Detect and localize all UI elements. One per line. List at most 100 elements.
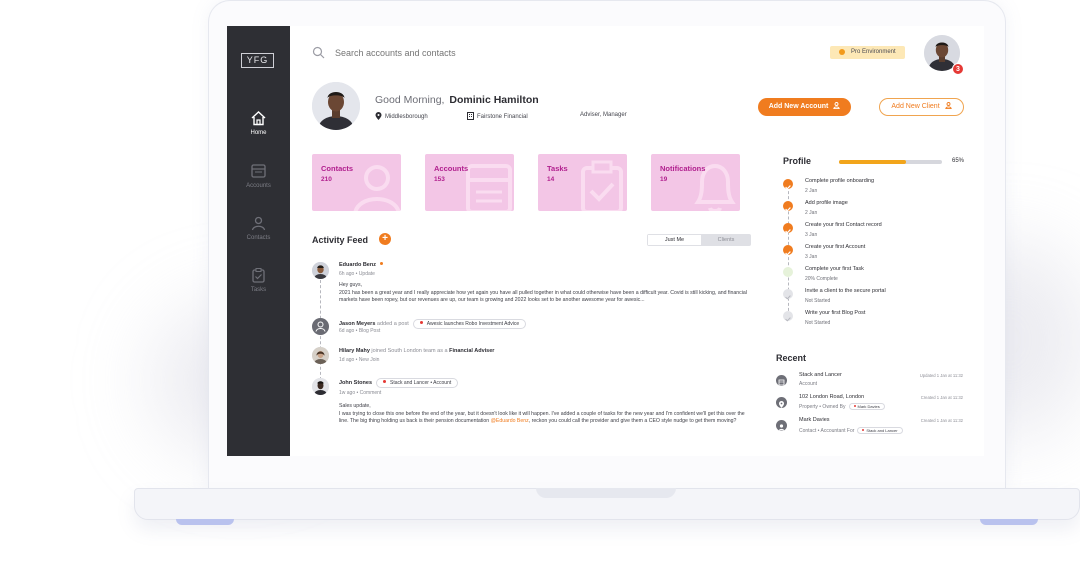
step-title[interactable]: Complete your first Task (805, 266, 864, 272)
notification-badge[interactable]: 3 (952, 63, 964, 75)
step-title[interactable]: Invite a client to the secure portal (805, 288, 886, 294)
sidebar-item-accounts[interactable]: Accounts (227, 163, 290, 189)
status-dot (839, 49, 845, 55)
feed-meta: 6h ago • Update (339, 271, 375, 277)
step-status: Not Started (805, 298, 831, 304)
account-chip[interactable]: Stack and Lancer • Account (376, 378, 459, 388)
step-status: 3 Jan (805, 254, 818, 260)
step-title[interactable]: Add profile image (805, 200, 848, 206)
avatar-photo (312, 378, 329, 395)
accounts-icon (251, 164, 266, 178)
account-chip[interactable]: Stack and Lancer (857, 427, 903, 434)
greeting-text: Good Morning, (375, 94, 445, 106)
chip-dot (383, 380, 387, 383)
sidebar: YFG Home Accounts Contacts Tasks (227, 26, 290, 456)
app-logo[interactable]: YFG (241, 53, 274, 68)
contacts-icon (251, 216, 266, 231)
sidebar-item-label: Accounts (246, 183, 271, 189)
search-icon[interactable] (312, 46, 325, 59)
author-name[interactable]: Eduardo Benz (339, 262, 376, 268)
step-title[interactable]: Complete profile onboarding (805, 178, 874, 184)
recent-item-updated: Created 1 Jan at 11:32 (920, 418, 963, 423)
tasks-icon (581, 160, 623, 211)
add-account-button[interactable]: Add New Account (758, 98, 851, 116)
laptop-foot (176, 519, 234, 525)
user-name: Dominic Hamilton (449, 94, 539, 106)
step-status-icon (783, 267, 793, 277)
profile-progress-bar (839, 160, 942, 164)
chip-dot (419, 321, 423, 324)
sidebar-item-contacts[interactable]: Contacts (227, 215, 290, 241)
card-count: 210 (321, 176, 332, 183)
stat-card-accounts[interactable]: Accounts 153 (425, 154, 514, 211)
step-title[interactable]: Create your first Contact record (805, 222, 882, 228)
sidebar-item-label: Tasks (250, 287, 267, 293)
avatar[interactable] (312, 378, 329, 395)
recent-item-name[interactable]: Mark Davies (799, 417, 830, 423)
user-icon (833, 102, 841, 110)
step-title[interactable]: Write your first Blog Post (805, 310, 865, 316)
sidebar-item-home[interactable]: Home (227, 110, 290, 136)
recent-item-updated: Created 1 Jan at 11:32 (920, 395, 963, 400)
button-label: Add New Account (768, 103, 829, 110)
environment-badge[interactable]: Pro Environment (830, 46, 905, 59)
search-input[interactable] (335, 46, 595, 60)
tab-just-me[interactable]: Just Me (648, 235, 701, 245)
author-name[interactable]: John Stones (339, 380, 372, 386)
author-name[interactable]: Jason Meyers (339, 321, 375, 327)
feed-body: Hey guys, 2021 has been a great year and… (339, 282, 749, 305)
step-status-icon (783, 311, 793, 322)
chip-label: Stack and Lancer • Account (390, 380, 452, 386)
step-status: 20% Complete (805, 276, 838, 282)
step-status-icon (783, 289, 793, 300)
stat-card-contacts[interactable]: Contacts 210 (312, 154, 401, 211)
step-title[interactable]: Create your first Account (805, 244, 865, 250)
card-title: Accounts (434, 164, 469, 173)
stat-card-notifications[interactable]: Notifications 19 (651, 154, 740, 211)
feed-action: joined South London team as a (371, 348, 448, 354)
recent-item-type: Contact • Accountant For Stack and Lancer (799, 427, 903, 434)
location-pin-icon (375, 112, 382, 120)
add-activity-button[interactable]: + (379, 233, 391, 245)
app-screen: YFG Home Accounts Contacts Tasks Pro Env… (227, 26, 984, 456)
add-client-button[interactable]: Add New Client (879, 98, 964, 116)
company: Fairstone Financial (467, 112, 528, 120)
contacts-icon (353, 165, 401, 211)
company-text: Fairstone Financial (477, 114, 528, 120)
feed-action: added a post (376, 321, 409, 327)
chip-label: Stack and Lancer (866, 428, 898, 433)
feed-meta: 1d ago • New Join (339, 357, 380, 363)
unread-dot (379, 262, 383, 265)
location: Middlesborough (375, 112, 428, 120)
button-label: Add New Client (891, 103, 940, 110)
recent-item-name[interactable]: 102 London Road, London (799, 394, 864, 400)
progress-fill (839, 160, 906, 164)
feed-body: Sales update, I was trying to close this… (339, 403, 749, 426)
sidebar-item-tasks[interactable]: Tasks (227, 267, 290, 293)
card-title: Tasks (547, 164, 568, 173)
step-status: 3 Jan (805, 232, 818, 238)
author-name[interactable]: Hilary Mahy (339, 348, 370, 354)
sidebar-item-label: Contacts (246, 235, 271, 241)
location-text: Middlesborough (385, 114, 428, 120)
card-count: 153 (434, 176, 445, 183)
step-status-icon (783, 179, 793, 190)
tab-clients[interactable]: Clients (701, 234, 751, 246)
avatar[interactable] (312, 347, 329, 364)
avatar-photo (312, 82, 360, 130)
contact-icon (776, 420, 787, 431)
feed-meta: 1w ago • Comment (339, 390, 382, 396)
user-placeholder-icon (312, 318, 329, 335)
stat-card-tasks[interactable]: Tasks 14 (538, 154, 627, 211)
mention-link[interactable]: @Eduardo Benz (491, 418, 529, 424)
recent-item-type: Account (799, 381, 818, 387)
avatar[interactable] (312, 318, 329, 335)
feed-filter-toggle: Just Me Clients (647, 234, 751, 246)
feed-author: John Stones Stack and Lancer • Account (339, 378, 459, 388)
greeting: Good Morning, Dominic Hamilton (375, 94, 539, 106)
recent-item-name[interactable]: Stack and Lancer (799, 372, 842, 378)
avatar[interactable] (312, 262, 329, 279)
owner-chip[interactable]: Mark Davies (848, 403, 885, 410)
post-chip[interactable]: Awesic launches Robo Investment Advice (412, 319, 527, 329)
profile-avatar[interactable] (312, 82, 360, 130)
